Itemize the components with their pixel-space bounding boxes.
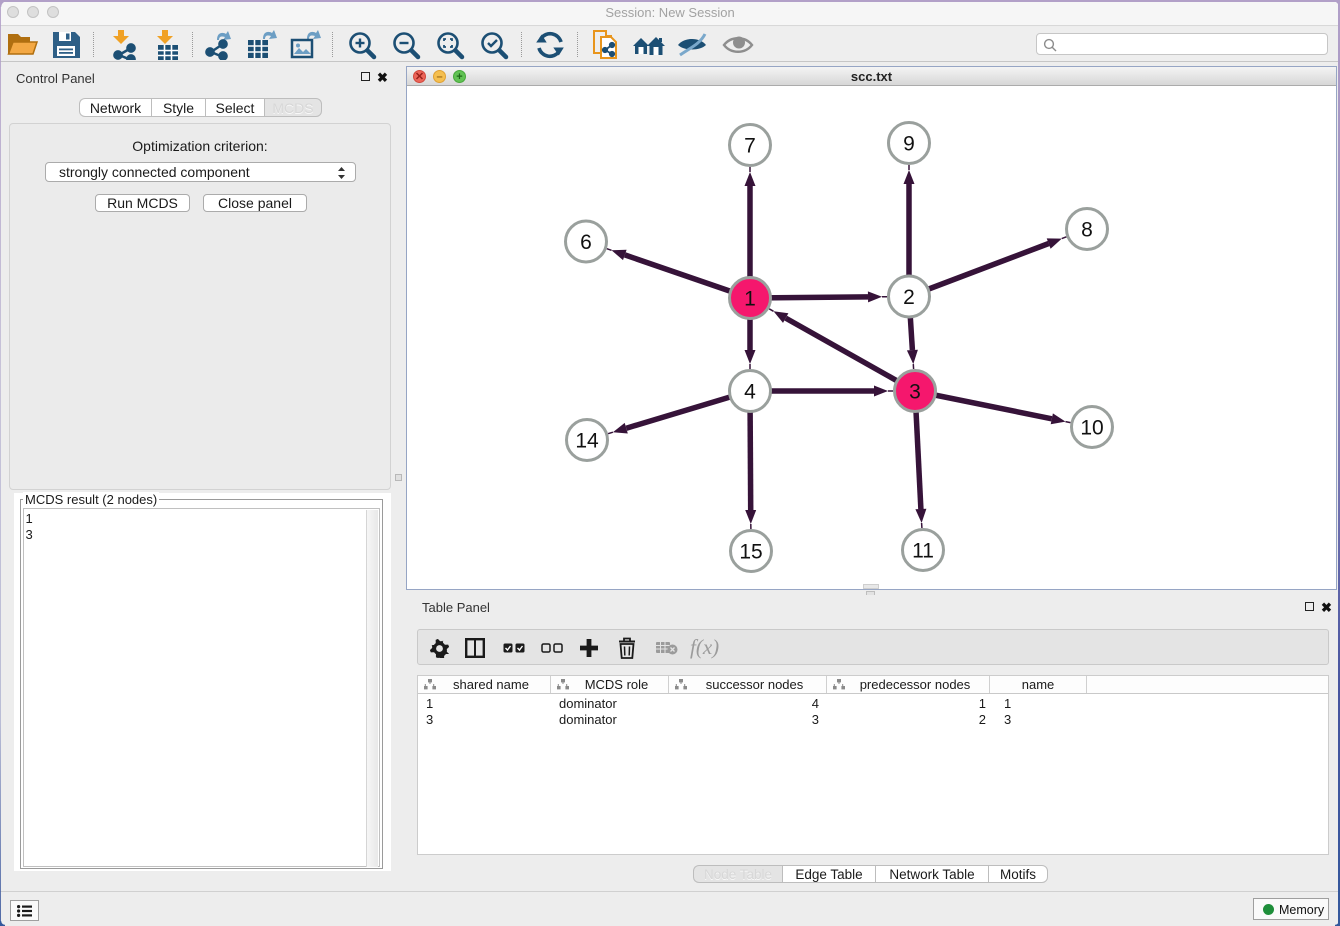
svg-text:14: 14 — [575, 430, 599, 453]
svg-text:2: 2 — [903, 286, 915, 309]
svg-text:10: 10 — [1080, 417, 1103, 440]
svg-text:4: 4 — [744, 381, 756, 404]
svg-text:6: 6 — [580, 231, 592, 254]
svg-text:3: 3 — [909, 381, 921, 404]
svg-text:1: 1 — [744, 288, 756, 311]
svg-text:8: 8 — [1081, 219, 1093, 242]
svg-text:7: 7 — [744, 135, 756, 158]
svg-text:15: 15 — [739, 541, 762, 564]
svg-text:9: 9 — [903, 133, 915, 156]
svg-text:11: 11 — [912, 540, 934, 563]
